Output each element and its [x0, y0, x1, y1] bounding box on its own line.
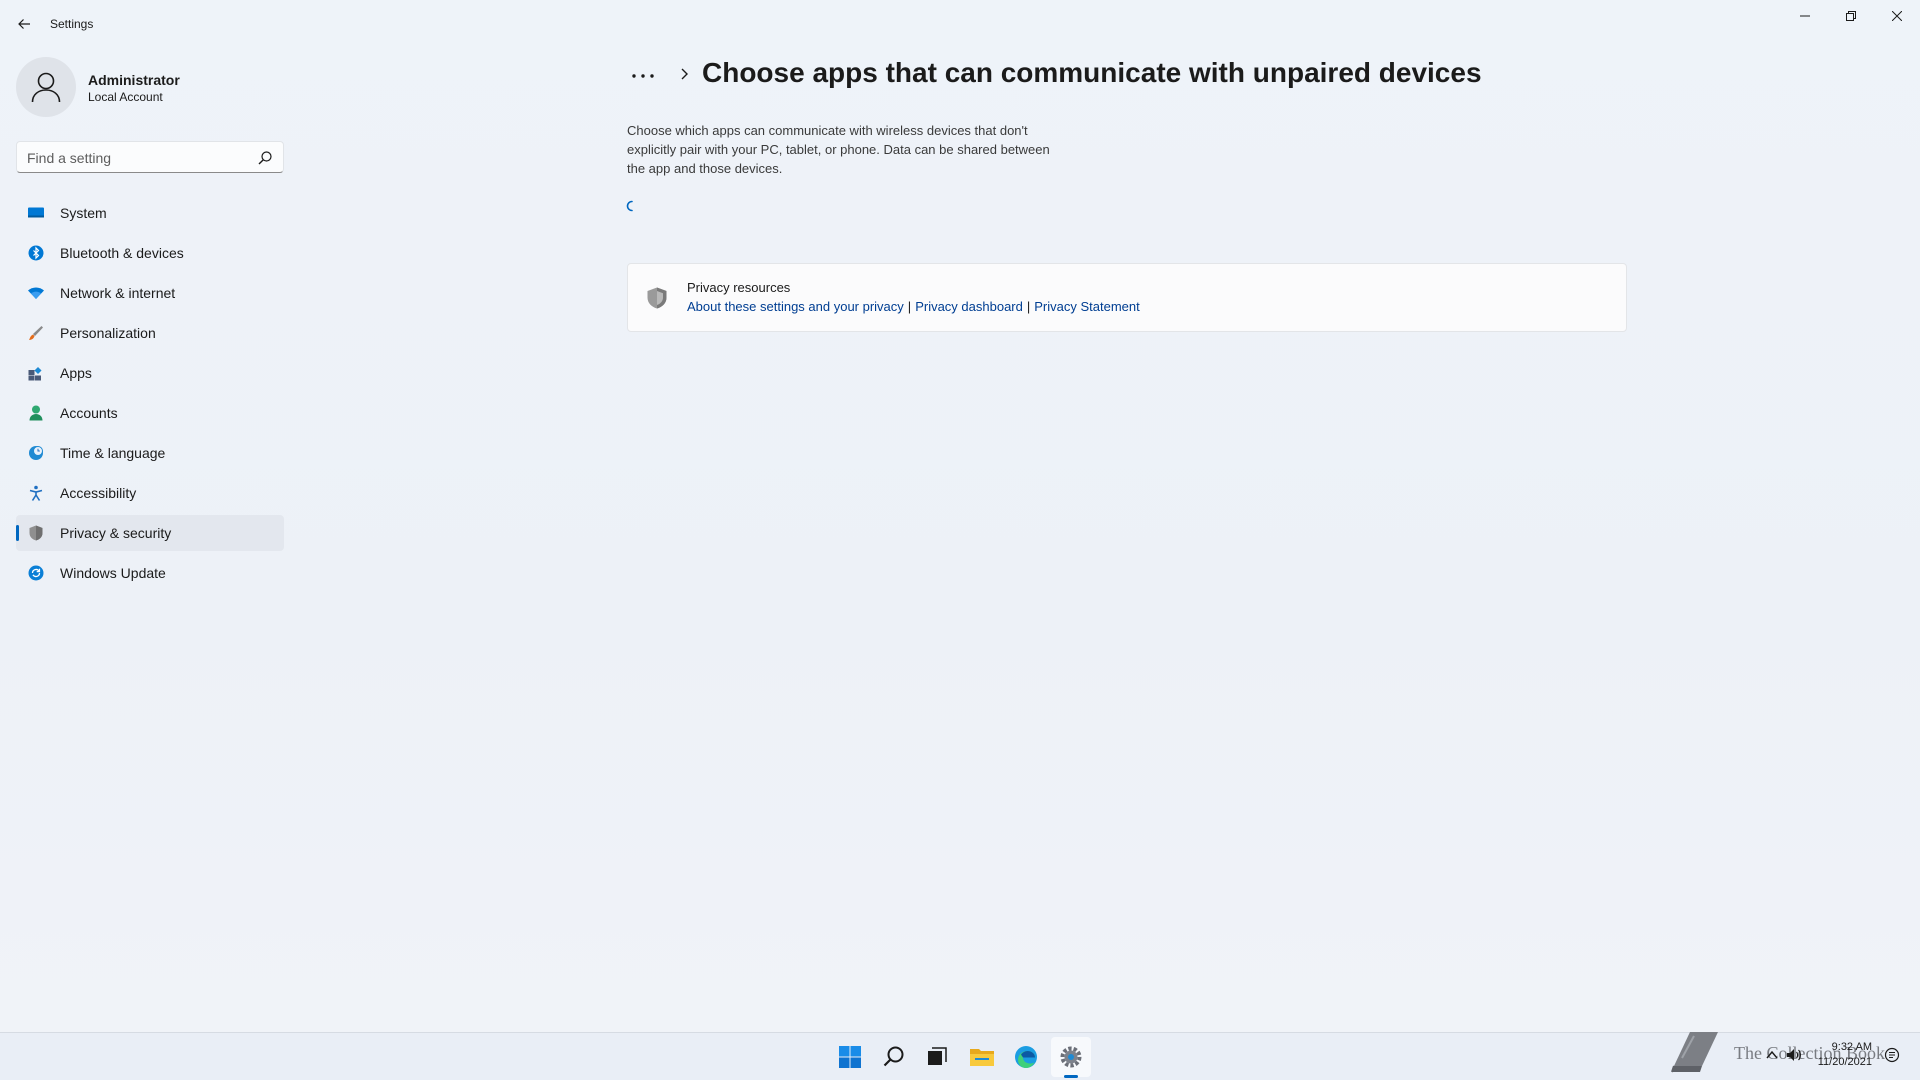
sidebar-item-personalization[interactable]: Personalization: [16, 315, 284, 351]
chevron-up-icon[interactable]: [1764, 1047, 1780, 1063]
privacy-links: About these settings and your privacy | Pr…: [687, 299, 1140, 314]
sidebar-item-label: Time & language: [60, 445, 166, 461]
book-watermark-icon: [1671, 1032, 1718, 1073]
brush-icon: [29, 326, 43, 340]
about-settings-privacy-link[interactable]: About these settings and your privacy: [687, 299, 904, 314]
clock-time: 9:32 AM: [1831, 1041, 1872, 1053]
profile-name: Administrator: [88, 72, 180, 88]
start-button[interactable]: [830, 1037, 870, 1077]
title-bar: Settings: [0, 0, 1920, 48]
link-separator: |: [907, 299, 912, 314]
system-icon: [28, 207, 44, 218]
restore-button[interactable]: [1828, 0, 1874, 32]
sidebar-item-network[interactable]: Network & internet: [16, 275, 284, 311]
user-icon: [31, 72, 61, 103]
page-description: Choose which apps can communicate with w…: [627, 123, 1050, 176]
breadcrumb-more-button[interactable]: [620, 62, 666, 90]
minimize-icon: [1800, 15, 1810, 17]
settings-icon: [1060, 1046, 1082, 1068]
taskbar-search-button[interactable]: [874, 1037, 914, 1077]
sidebar-item-accounts[interactable]: Accounts: [16, 395, 284, 431]
task-view-icon: [928, 1047, 947, 1065]
start-icon: [839, 1046, 861, 1068]
sidebar-item-label: Apps: [60, 365, 92, 381]
privacy-resources-title: Privacy resources: [687, 280, 791, 295]
avatar: [16, 57, 76, 117]
globe-clock-icon: [29, 446, 43, 460]
search-box[interactable]: [16, 141, 284, 173]
search-icon: [883, 1046, 904, 1067]
more-icon: [632, 74, 654, 78]
sidebar-item-system[interactable]: System: [16, 195, 284, 231]
link-separator: |: [1026, 299, 1031, 314]
minimize-button[interactable]: [1782, 0, 1828, 32]
shield-icon: [29, 525, 43, 541]
active-app-indicator: [1064, 1075, 1078, 1078]
edge-button[interactable]: [1006, 1037, 1046, 1077]
clock-date: 11/20/2021: [1817, 1056, 1872, 1068]
selection-indicator: [16, 525, 19, 541]
system-clock[interactable]: 9:32 AM 11/20/2021: [1816, 1040, 1872, 1070]
volume-icon[interactable]: [1786, 1047, 1802, 1063]
page-title: Choose apps that can communicate with un…: [702, 57, 1482, 88]
back-button[interactable]: [10, 10, 38, 38]
sidebar-item-label: System: [60, 205, 107, 221]
sidebar-item-apps[interactable]: Apps: [16, 355, 284, 391]
taskbar: [0, 1032, 1920, 1080]
accessibility-icon: [29, 485, 43, 501]
sidebar-item-label: Accessibility: [60, 485, 137, 501]
search-input[interactable]: [27, 148, 247, 168]
task-view-button[interactable]: [917, 1037, 957, 1077]
update-icon: [28, 565, 44, 581]
shield-icon: [647, 287, 667, 309]
close-icon: [1892, 11, 1902, 21]
close-button[interactable]: [1874, 0, 1920, 32]
settings-window: Settings Administrator Local Account Fin…: [0, 0, 1920, 1032]
privacy-statement-link[interactable]: Privacy Statement: [1034, 299, 1140, 314]
sidebar-item-time-language[interactable]: Time & language: [16, 435, 284, 471]
sidebar-item-label: Privacy & security: [60, 525, 172, 541]
loading-spinner-icon: [626, 200, 633, 212]
sidebar-item-label: Personalization: [60, 325, 156, 341]
wifi-icon: [28, 287, 44, 299]
sidebar-item-label: Windows Update: [60, 565, 166, 581]
privacy-dashboard-link[interactable]: Privacy dashboard: [915, 299, 1023, 314]
profile-account-type: Local Account: [88, 90, 163, 104]
sidebar-item-bluetooth[interactable]: Bluetooth & devices: [16, 235, 284, 271]
file-explorer-icon: [970, 1049, 994, 1066]
file-explorer-button[interactable]: [962, 1037, 1002, 1077]
chevron-right-icon: [681, 68, 688, 80]
privacy-resources-card: Privacy resources About these settings a…: [627, 263, 1627, 332]
search-icon[interactable]: [257, 150, 273, 166]
user-profile[interactable]: Administrator Local Account: [16, 57, 286, 117]
person-icon: [29, 405, 43, 421]
settings-taskbar-button[interactable]: [1051, 1037, 1091, 1077]
edge-icon: [1015, 1046, 1037, 1068]
sidebar-item-accessibility[interactable]: Accessibility: [16, 475, 284, 511]
back-arrow-icon: [18, 19, 30, 29]
sidebar-item-label: Bluetooth & devices: [60, 245, 184, 261]
bluetooth-icon: [28, 245, 44, 261]
sidebar-item-privacy-security[interactable]: Privacy & security: [16, 515, 284, 551]
notifications-icon[interactable]: [1884, 1047, 1900, 1063]
sidebar-item-windows-update[interactable]: Windows Update: [16, 555, 284, 591]
apps-icon: [28, 366, 42, 381]
restore-icon: [1846, 11, 1856, 21]
app-title: Settings: [50, 17, 94, 31]
sidebar-item-label: Network & internet: [60, 285, 176, 301]
sidebar-item-label: Accounts: [60, 405, 118, 421]
